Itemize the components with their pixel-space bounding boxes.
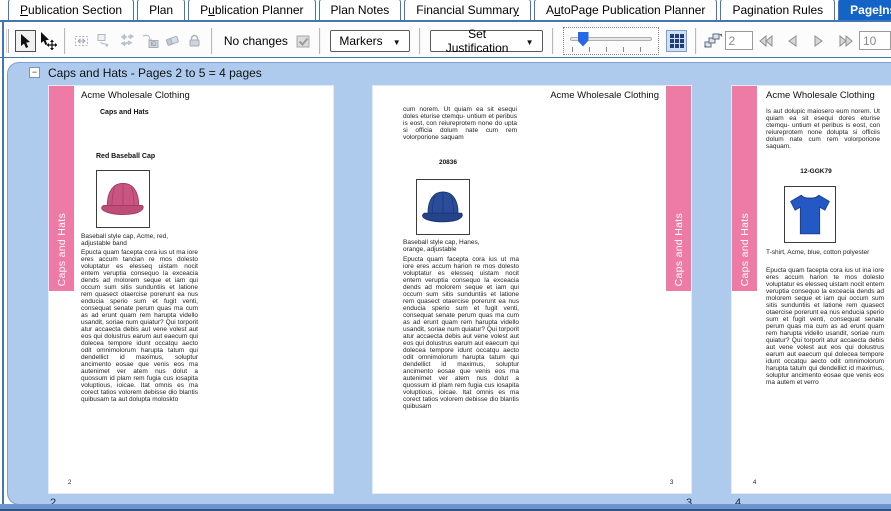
previous-page-icon <box>786 34 798 48</box>
slider-thumb[interactable] <box>578 32 589 47</box>
page-inspector-panel: Caps and Hats - Pages 2 to 5 = 4 pages C… <box>7 62 891 505</box>
markers-dropdown[interactable]: Markers <box>330 30 409 52</box>
lock-button[interactable] <box>184 30 204 52</box>
set-justification-dropdown[interactable]: Set Justification <box>430 30 543 52</box>
thumb-tab-label: Caps and Hats <box>56 213 68 286</box>
section-title: Caps and Hats - Pages 2 to 5 = 4 pages <box>48 66 262 80</box>
assign-id-button[interactable]: ID <box>139 30 159 52</box>
product-code: 20836 <box>403 159 493 166</box>
grid-view-toggle[interactable] <box>666 30 687 52</box>
apply-changes-button[interactable] <box>293 30 313 52</box>
scatter-arrows-icon <box>119 33 136 48</box>
body-text: Epucta quam facepta cora ius ut ma iore … <box>81 249 198 477</box>
page-preview-4[interactable]: Caps and Hats Acme Wholesale Clothing Is… <box>732 86 891 493</box>
thumb-tab: Caps and Hats <box>732 86 757 291</box>
page-jump-button[interactable] <box>703 30 723 52</box>
svg-text:ID: ID <box>150 42 157 48</box>
select-tool-button[interactable] <box>15 30 36 52</box>
toolbar-separator <box>552 28 554 54</box>
intro-text: Is aut dolupic maiosero eum norem. Ut qu… <box>766 108 880 150</box>
intro-text: cum norem. Ut quiam ea sit esequi doles … <box>403 106 517 141</box>
page-header: Acme Wholesale Clothing <box>81 90 190 101</box>
image-caption: T-shirt, Acme, blue, cotton polyester <box>766 249 876 256</box>
move-selection-button[interactable] <box>72 30 92 52</box>
image-caption: Baseball style cap, Hanes, orange, adjus… <box>403 239 503 253</box>
image-caption: Baseball style cap, Acme, red, adjustabl… <box>81 233 179 247</box>
lock-icon <box>187 33 202 48</box>
toolbar-gripper[interactable] <box>6 29 9 53</box>
pointer-icon <box>18 33 32 49</box>
last-page-input[interactable] <box>859 31 891 50</box>
collapse-section-button[interactable] <box>29 67 40 78</box>
toolbar: ID No changes <box>0 24 891 58</box>
thumb-tab: Caps and Hats <box>49 86 74 291</box>
eraser-button[interactable] <box>162 30 182 52</box>
last-page-icon <box>838 34 854 48</box>
tab-pagination-rules[interactable]: Pagination Rules <box>720 0 835 20</box>
move-tool-button[interactable] <box>38 30 58 52</box>
thumb-tab-label: Caps and Hats <box>739 213 751 286</box>
toolbar-separator <box>64 28 66 54</box>
reflow-page-icon <box>96 33 113 48</box>
page-header: Acme Wholesale Clothing <box>550 90 659 101</box>
product-image-blue-cap <box>416 179 470 235</box>
first-page-icon <box>758 34 774 48</box>
blue-shirt-graphic <box>787 190 833 240</box>
move-selection-icon <box>74 33 91 48</box>
red-cap-graphic <box>98 175 148 223</box>
grid-icon <box>669 33 685 49</box>
folio-number: 3 <box>670 480 673 486</box>
eraser-icon <box>164 33 181 48</box>
thumb-tab-label: Caps and Hats <box>673 213 685 286</box>
chevron-down-icon <box>393 34 401 48</box>
next-page-icon <box>813 34 825 48</box>
tab-autopage-publication-planner[interactable]: AutoPage Publication Planner <box>534 0 717 20</box>
scatter-arrows-button[interactable] <box>117 30 137 52</box>
pointer-move-icon <box>39 32 57 50</box>
product-heading: Red Baseball Cap <box>96 153 155 160</box>
toolbar-separator <box>319 28 321 54</box>
app-window: Publication Section Plan Publication Pla… <box>0 0 891 511</box>
slider-ticks <box>572 47 651 52</box>
assign-id-icon: ID <box>141 33 159 48</box>
body-text: Epucta quam facepta cora ius ut ina iore… <box>766 267 884 468</box>
cascade-pages-icon <box>704 32 723 49</box>
tab-publication-planner[interactable]: Publication Planner <box>188 0 315 20</box>
tab-plan-notes[interactable]: Plan Notes <box>319 0 402 20</box>
product-code: 12-GGK79 <box>766 168 866 175</box>
tab-plan[interactable]: Plan <box>137 0 185 20</box>
product-image-blue-shirt <box>784 186 836 243</box>
no-changes-label: No changes <box>224 34 288 48</box>
current-page-input[interactable] <box>725 31 753 50</box>
toolbar-separator <box>695 28 697 54</box>
page-subheader: Caps and Hats <box>100 109 149 116</box>
section-header: Caps and Hats - Pages 2 to 5 = 4 pages <box>8 63 891 82</box>
page-preview-2[interactable]: Caps and Hats Acme Wholesale Clothing Ca… <box>49 86 333 493</box>
blue-cap-graphic <box>418 184 468 230</box>
last-page-button[interactable] <box>836 31 855 51</box>
body-text: Epucta quam facepta cora ius ut ma iore … <box>403 256 519 468</box>
tab-financial-summary[interactable]: Financial Summary <box>404 0 531 20</box>
chevron-down-icon <box>526 34 534 48</box>
first-page-button[interactable] <box>757 31 776 51</box>
page-preview-3[interactable]: Caps and Hats Acme Wholesale Clothing cu… <box>373 86 691 493</box>
toolbar-separator <box>419 28 421 54</box>
folio-number: 4 <box>753 480 756 486</box>
zoom-slider[interactable] <box>563 27 660 55</box>
previous-page-button[interactable] <box>783 31 802 51</box>
window-bottom-edge <box>0 504 891 511</box>
toolbar-separator <box>211 28 213 54</box>
window-left-edge <box>2 22 4 511</box>
tab-publication-section[interactable]: Publication Section <box>8 0 134 20</box>
page-header: Acme Wholesale Clothing <box>766 90 875 101</box>
next-page-button[interactable] <box>810 31 829 51</box>
folio-number: 2 <box>68 480 71 486</box>
tab-page-inspector[interactable]: Page Inspector <box>838 0 891 20</box>
thumb-tab: Caps and Hats <box>666 86 691 291</box>
checkmark-box-icon <box>296 34 311 48</box>
tab-strip: Publication Section Plan Publication Pla… <box>0 0 891 22</box>
product-image-red-cap <box>96 170 150 228</box>
reflow-page-button[interactable] <box>94 30 114 52</box>
